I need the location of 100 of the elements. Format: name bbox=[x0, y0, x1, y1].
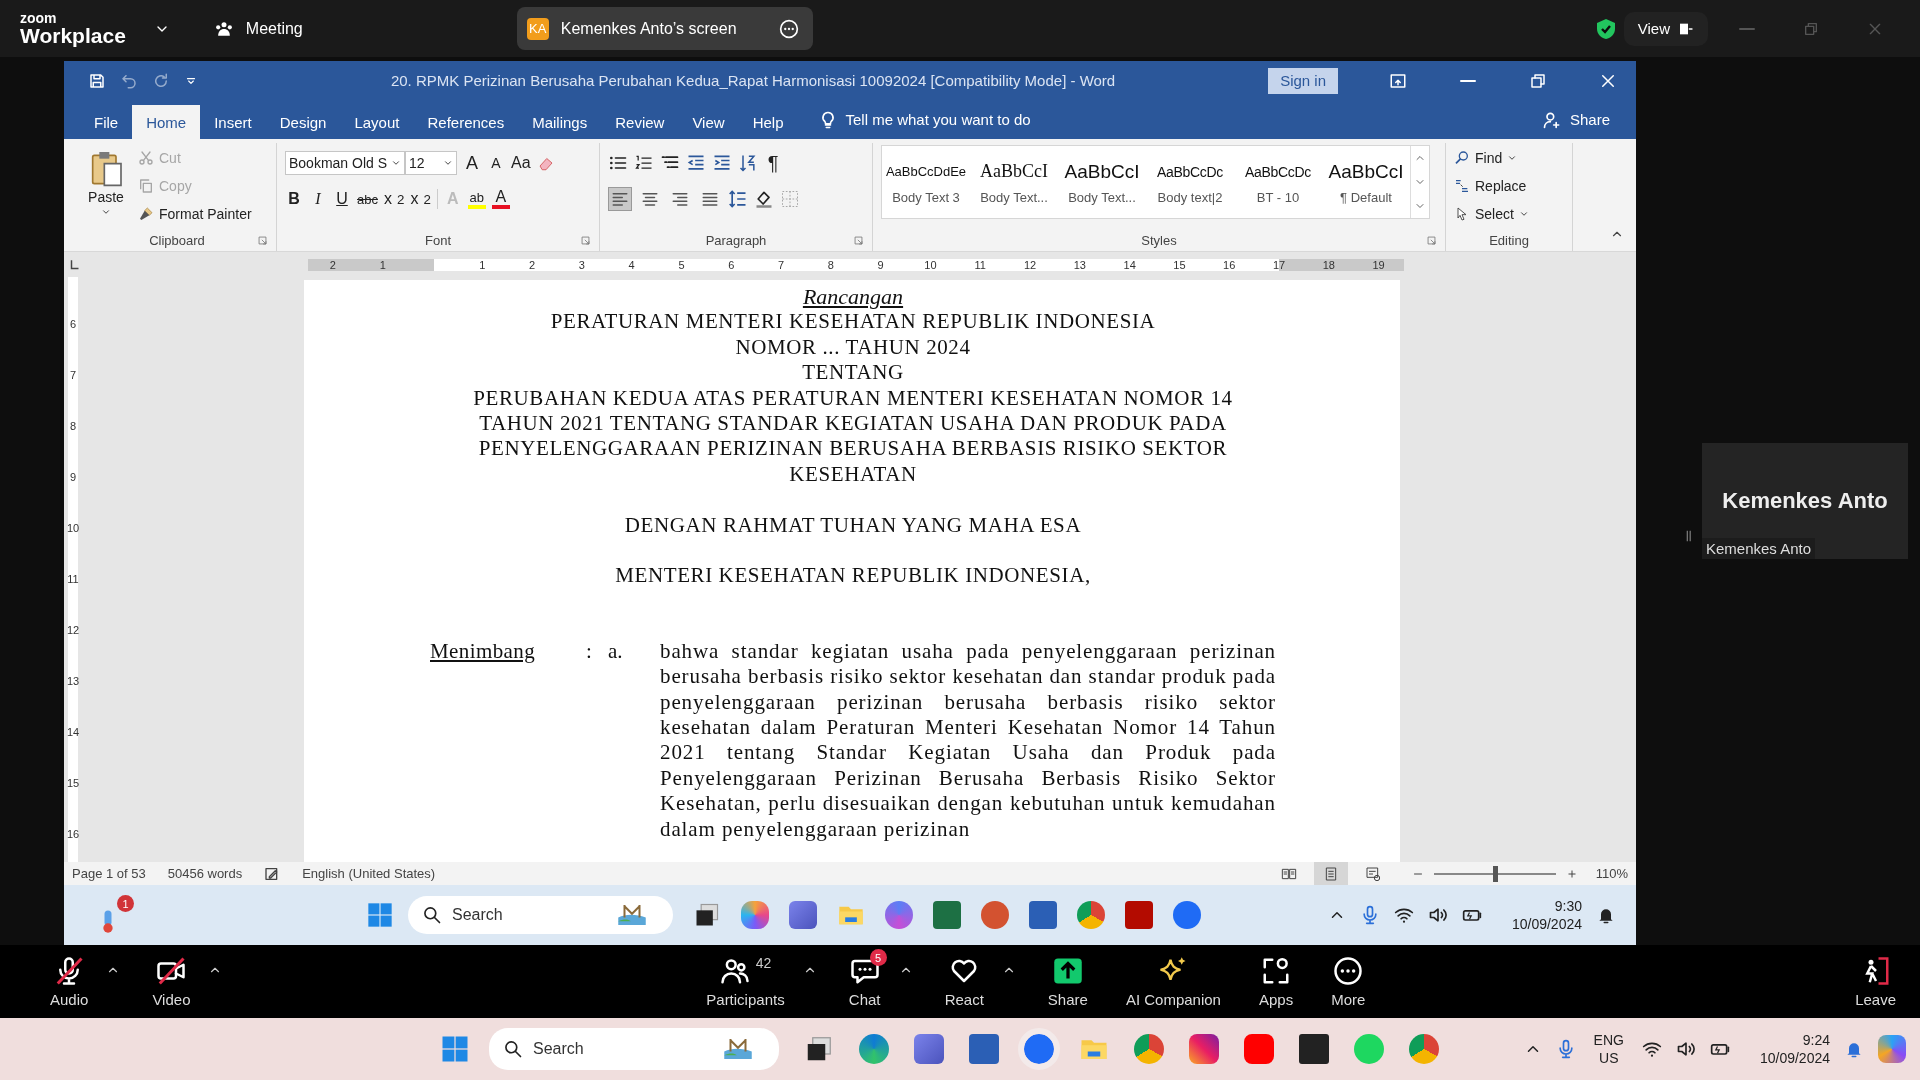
decrease-indent-icon[interactable] bbox=[686, 153, 706, 173]
font-size-field[interactable]: 12 bbox=[405, 151, 457, 175]
style-item[interactable]: AaBbCcDdEe Body Text 3 bbox=[882, 146, 970, 218]
ribbon-tab[interactable]: Review bbox=[601, 105, 679, 139]
line-spacing-icon[interactable] bbox=[728, 189, 748, 209]
meeting-button[interactable]: Meeting bbox=[213, 18, 303, 39]
app-icon[interactable] bbox=[1077, 901, 1105, 929]
print-layout-button[interactable] bbox=[1313, 862, 1348, 885]
caret-icon bbox=[1507, 153, 1518, 163]
font-size-tool-button[interactable]: A bbox=[487, 151, 505, 175]
sign-in-button[interactable]: Sign in bbox=[1268, 67, 1338, 94]
ribbon-tab[interactable]: Help bbox=[738, 105, 798, 139]
font-name-field[interactable]: Bookman Old S bbox=[285, 151, 405, 175]
align-left-button[interactable] bbox=[608, 187, 632, 211]
participants-button[interactable]: 42 Participants bbox=[700, 949, 791, 1008]
show-marks-button[interactable]: ¶ bbox=[764, 151, 782, 175]
react-button[interactable]: React bbox=[938, 949, 990, 1008]
restore-icon bbox=[1529, 71, 1547, 90]
tab-stop-icon[interactable] bbox=[68, 257, 82, 272]
app-icon[interactable] bbox=[981, 901, 1009, 929]
language-label[interactable]: ENG bbox=[1593, 1031, 1624, 1049]
app-icon[interactable] bbox=[1878, 1035, 1906, 1063]
format-button[interactable]: B bbox=[285, 187, 303, 211]
video-button[interactable]: Video bbox=[146, 949, 197, 1008]
ribbon-tab[interactable]: Mailings bbox=[518, 105, 602, 139]
ribbon-tab[interactable]: Insert bbox=[200, 105, 266, 139]
replace-button[interactable]: Replace bbox=[1454, 175, 1564, 197]
more-button[interactable]: More bbox=[1325, 949, 1372, 1008]
word-count[interactable]: 50456 words bbox=[167, 866, 243, 881]
format-painter-button[interactable]: Format Painter bbox=[138, 203, 252, 225]
ribbon-tab[interactable]: Home bbox=[132, 105, 201, 139]
ai-button[interactable]: AI Companion bbox=[1119, 949, 1227, 1008]
dialog-launcher-icon[interactable] bbox=[580, 234, 591, 246]
search-icon bbox=[503, 1039, 523, 1059]
text-effect-button[interactable]: A bbox=[491, 189, 510, 209]
style-item[interactable]: AaBbCcI Body Text... bbox=[970, 146, 1058, 218]
app-icon[interactable] bbox=[1173, 901, 1201, 929]
search-field[interactable]: Search bbox=[489, 1028, 779, 1070]
ribbon-tab[interactable]: View bbox=[678, 105, 739, 139]
clock-date[interactable]: 10/09/2024 bbox=[1511, 915, 1582, 933]
ribbon-tab[interactable]: Layout bbox=[340, 105, 414, 139]
redo-icon[interactable] bbox=[152, 71, 170, 90]
ribbon-tab[interactable]: Design bbox=[265, 105, 341, 139]
search-field[interactable]: Search bbox=[408, 896, 673, 934]
apps-icon bbox=[1261, 956, 1292, 986]
paint-bucket-icon[interactable] bbox=[754, 189, 774, 209]
clock-time[interactable]: 9:24 bbox=[1802, 1031, 1830, 1049]
language-label[interactable]: English (United States) bbox=[302, 866, 436, 881]
leave-button[interactable]: Leave bbox=[1849, 949, 1902, 1008]
dialog-launcher-icon[interactable] bbox=[1426, 234, 1437, 246]
app-icon[interactable] bbox=[1409, 1034, 1439, 1064]
clock-time[interactable]: 9:30 bbox=[1554, 897, 1582, 915]
style-item[interactable]: AaBbCcI Body Text... bbox=[1058, 146, 1146, 218]
start-icon[interactable] bbox=[440, 1034, 470, 1064]
text-lines-icon bbox=[701, 190, 719, 208]
save-icon[interactable] bbox=[88, 71, 106, 90]
clock-date[interactable]: 10/09/2024 bbox=[1759, 1049, 1830, 1067]
view-button[interactable]: View bbox=[1623, 11, 1708, 46]
app-icon[interactable] bbox=[789, 901, 817, 929]
style-item[interactable]: AaBbCcI ¶ Default bbox=[1322, 146, 1410, 218]
text-effect-button[interactable]: ab bbox=[467, 189, 486, 209]
replace-icon bbox=[1454, 178, 1470, 194]
dialog-launcher-icon[interactable] bbox=[853, 234, 864, 246]
share-button[interactable]: Share bbox=[1541, 109, 1610, 130]
app-icon[interactable] bbox=[914, 1034, 944, 1064]
paste-button[interactable]: Paste bbox=[86, 143, 126, 229]
style-item[interactable]: AaBbCcDc BT - 10 bbox=[1234, 146, 1322, 218]
chat-button[interactable]: 5 Chat bbox=[842, 949, 887, 1008]
app-icon[interactable] bbox=[885, 901, 913, 929]
horizontal-ruler[interactable]: 2 1 1 2 3 4 5 6 7 8 9 10 11 12 13 14 15 16 17 18 19 bbox=[308, 258, 1404, 271]
format-button[interactable]: U bbox=[333, 187, 351, 211]
brand-name: Workplace bbox=[20, 25, 126, 46]
app-icon[interactable] bbox=[1134, 1034, 1164, 1064]
app-icon[interactable] bbox=[741, 901, 769, 929]
style-item[interactable]: AaBbCcDc Body text|2 bbox=[1146, 146, 1234, 218]
more-icon[interactable] bbox=[778, 18, 799, 39]
sort-icon[interactable] bbox=[738, 153, 758, 173]
app-icon[interactable] bbox=[859, 1034, 889, 1064]
find-button[interactable]: Find bbox=[1454, 147, 1564, 169]
tell-me-search[interactable]: Tell me what you want to do bbox=[845, 111, 1031, 128]
ribbon-tab[interactable]: References bbox=[413, 105, 519, 139]
select-button[interactable]: Select bbox=[1454, 203, 1564, 225]
region-label[interactable]: US bbox=[1599, 1049, 1619, 1067]
audio-button[interactable]: Audio bbox=[44, 949, 95, 1008]
zoom-percent[interactable]: 110% bbox=[1595, 866, 1628, 881]
page-count[interactable]: Page 1 of 53 bbox=[72, 866, 146, 881]
app-icon[interactable] bbox=[1189, 1034, 1219, 1064]
font-size-tool-button[interactable]: Aa bbox=[511, 151, 531, 175]
format-button[interactable]: I bbox=[309, 187, 327, 211]
dialog-launcher-icon[interactable] bbox=[257, 234, 268, 246]
format-button[interactable]: abc bbox=[357, 187, 378, 211]
start-icon[interactable] bbox=[366, 901, 394, 929]
slider-thumb[interactable] bbox=[1492, 865, 1498, 882]
app-icon[interactable] bbox=[1244, 1034, 1274, 1064]
apps-button[interactable]: Apps bbox=[1252, 949, 1300, 1008]
increase-indent-icon[interactable] bbox=[712, 153, 732, 173]
ribbon-tab[interactable]: File bbox=[80, 105, 133, 139]
shared-screen-pill[interactable]: KA Kemenkes Anto’s screen bbox=[516, 7, 813, 50]
share-button[interactable]: Share bbox=[1041, 949, 1094, 1008]
font-size-tool-button[interactable]: A bbox=[463, 151, 481, 175]
